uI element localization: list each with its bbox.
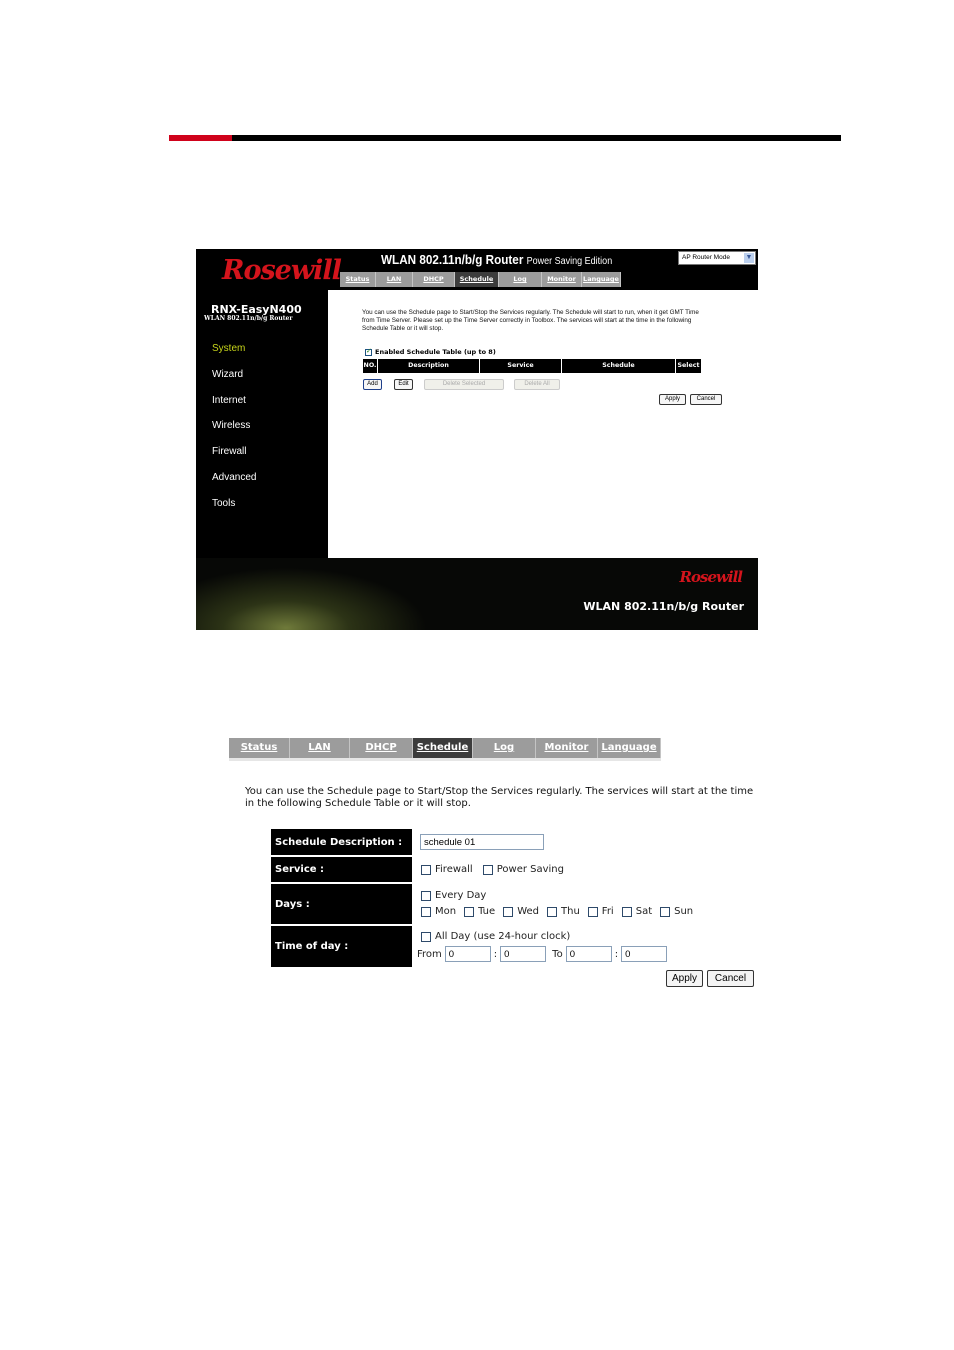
col-schedule: Schedule (562, 359, 676, 373)
from-colon: : (493, 948, 498, 960)
enable-schedule-label: Enabled Schedule Table (up to 8) (375, 348, 496, 356)
label-schedule-description: Schedule Description : (271, 829, 412, 855)
from-label: From (417, 948, 442, 960)
to-label: To (552, 948, 563, 960)
label-days: Days : (271, 884, 412, 924)
sidebar-item-system[interactable]: System (212, 342, 256, 368)
fri-checkbox[interactable] (587, 906, 598, 917)
wed-checkbox[interactable] (503, 906, 514, 917)
to-colon: : (614, 948, 619, 960)
power-saving-checkbox[interactable] (482, 864, 493, 875)
tab-dhcp[interactable]: DHCP (350, 738, 413, 758)
schedule-table-header: NO. Description Service Schedule Select (363, 359, 701, 373)
col-description: Description (378, 359, 480, 373)
title-main: WLAN 802.11n/b/g Router (381, 252, 524, 267)
tab-monitor[interactable]: Monitor (542, 272, 582, 287)
tab-schedule[interactable]: Schedule (455, 272, 499, 287)
rosewill-logo: Rosewill (222, 255, 342, 286)
to-hour-input[interactable] (565, 946, 612, 962)
tab-monitor[interactable]: Monitor (536, 738, 598, 758)
tab-lan[interactable]: LAN (290, 738, 350, 758)
col-no: NO. (363, 359, 378, 373)
sidebar-item-firewall[interactable]: Firewall (212, 445, 256, 471)
header-rule-accent (169, 135, 232, 141)
tab-dhcp[interactable]: DHCP (413, 272, 455, 287)
every-day-label: Every Day (435, 890, 487, 901)
tabs-underline (229, 758, 661, 761)
from-hour-input[interactable] (444, 946, 491, 962)
tab-language[interactable]: Language (582, 272, 621, 287)
service-options: Firewall Power Saving (421, 864, 564, 875)
all-day-label: All Day (use 24-hour clock) (435, 931, 571, 942)
mon-label: Mon (435, 906, 457, 917)
sat-label: Sat (635, 906, 653, 917)
col-service: Service (480, 359, 562, 373)
tab-lan[interactable]: LAN (376, 272, 413, 287)
every-day-option: Every Day (421, 890, 486, 901)
delete-all-button[interactable]: Delete All (514, 379, 560, 390)
wed-label: Wed (517, 906, 539, 917)
power-saving-label: Power Saving (496, 864, 564, 875)
all-day-checkbox[interactable] (421, 931, 431, 942)
tab-status[interactable]: Status (340, 272, 376, 287)
footer-banner: Rosewill WLAN 802.11n/b/g Router (196, 558, 758, 630)
schedule-edit-tabs: Status LAN DHCP Schedule Log Monitor Lan… (229, 738, 661, 758)
model-subtitle: WLAN 802.11n/b/g Router (204, 315, 293, 322)
sun-label: Sun (674, 906, 694, 917)
from-minute-input[interactable] (500, 946, 547, 962)
enable-schedule-checkbox[interactable] (365, 347, 372, 356)
sidebar-nav: System Wizard Internet Wireless Firewall… (212, 342, 256, 523)
footer-rosewill-logo: Rosewill (679, 568, 743, 586)
footer-title: WLAN 802.11n/b/g Router (583, 600, 744, 613)
tab-log[interactable]: Log (473, 738, 536, 758)
sidebar-item-wizard[interactable]: Wizard (212, 368, 256, 394)
mode-select[interactable]: AP Router Mode ▼ (678, 251, 756, 265)
page-title: WLAN 802.11n/b/g Router Power Saving Edi… (381, 252, 612, 267)
router-schedule-list-screenshot: Rosewill RNX-EasyN400 WLAN 802.11n/b/g R… (196, 249, 758, 630)
tue-checkbox[interactable] (464, 906, 475, 917)
title-edition: Power Saving Edition (526, 256, 613, 267)
col-select: Select (677, 362, 700, 369)
top-tabs: Status LAN DHCP Schedule Log Monitor Lan… (340, 272, 621, 287)
firewall-checkbox[interactable] (421, 864, 431, 875)
sidebar-item-advanced[interactable]: Advanced (212, 471, 256, 497)
label-time-of-day: Time of day : (271, 926, 412, 967)
main-content: You can use the Schedule page to Start/S… (328, 290, 758, 558)
to-minute-input[interactable] (621, 946, 668, 962)
cancel-button[interactable]: Cancel (707, 970, 754, 987)
thu-label: Thu (561, 906, 580, 917)
mode-select-value: AP Router Mode (682, 254, 730, 261)
tab-schedule[interactable]: Schedule (413, 738, 473, 758)
sat-checkbox[interactable] (621, 906, 632, 917)
edit-button[interactable]: Edit (394, 379, 413, 390)
chevron-down-icon: ▼ (744, 253, 754, 263)
tab-status[interactable]: Status (229, 738, 290, 758)
sidebar-item-internet[interactable]: Internet (212, 394, 256, 420)
all-day-option: All Day (use 24-hour clock) (421, 931, 570, 942)
every-day-checkbox[interactable] (421, 890, 431, 901)
fri-label: Fri (601, 906, 614, 917)
page-header-rule (169, 135, 841, 141)
sidebar-item-wireless[interactable]: Wireless (212, 419, 256, 445)
thu-checkbox[interactable] (547, 906, 557, 917)
enable-schedule-row: Enabled Schedule Table (up to 8) (365, 347, 496, 356)
firewall-label: Firewall (435, 864, 473, 875)
delete-selected-button[interactable]: Delete Selected (424, 379, 504, 390)
weekday-options: Mon Tue Wed Thu Fri Sat Sun (421, 906, 693, 917)
tab-language[interactable]: Language (598, 738, 661, 758)
sun-checkbox[interactable] (660, 906, 671, 917)
apply-button[interactable]: Apply (659, 394, 686, 405)
schedule-description-input[interactable] (420, 834, 544, 850)
tue-label: Tue (478, 906, 496, 917)
mon-checkbox[interactable] (421, 906, 431, 917)
add-button[interactable]: Add (363, 379, 382, 390)
intro-text: You can use the Schedule page to Start/S… (362, 309, 699, 332)
time-range: From : To : (417, 946, 668, 962)
cancel-button[interactable]: Cancel (690, 394, 722, 405)
tab-log[interactable]: Log (499, 272, 542, 287)
schedule-edit-intro: You can use the Schedule page to Start/S… (245, 786, 754, 809)
apply-button[interactable]: Apply (666, 970, 703, 987)
label-service: Service : (271, 857, 412, 882)
sidebar-item-tools[interactable]: Tools (212, 497, 256, 523)
